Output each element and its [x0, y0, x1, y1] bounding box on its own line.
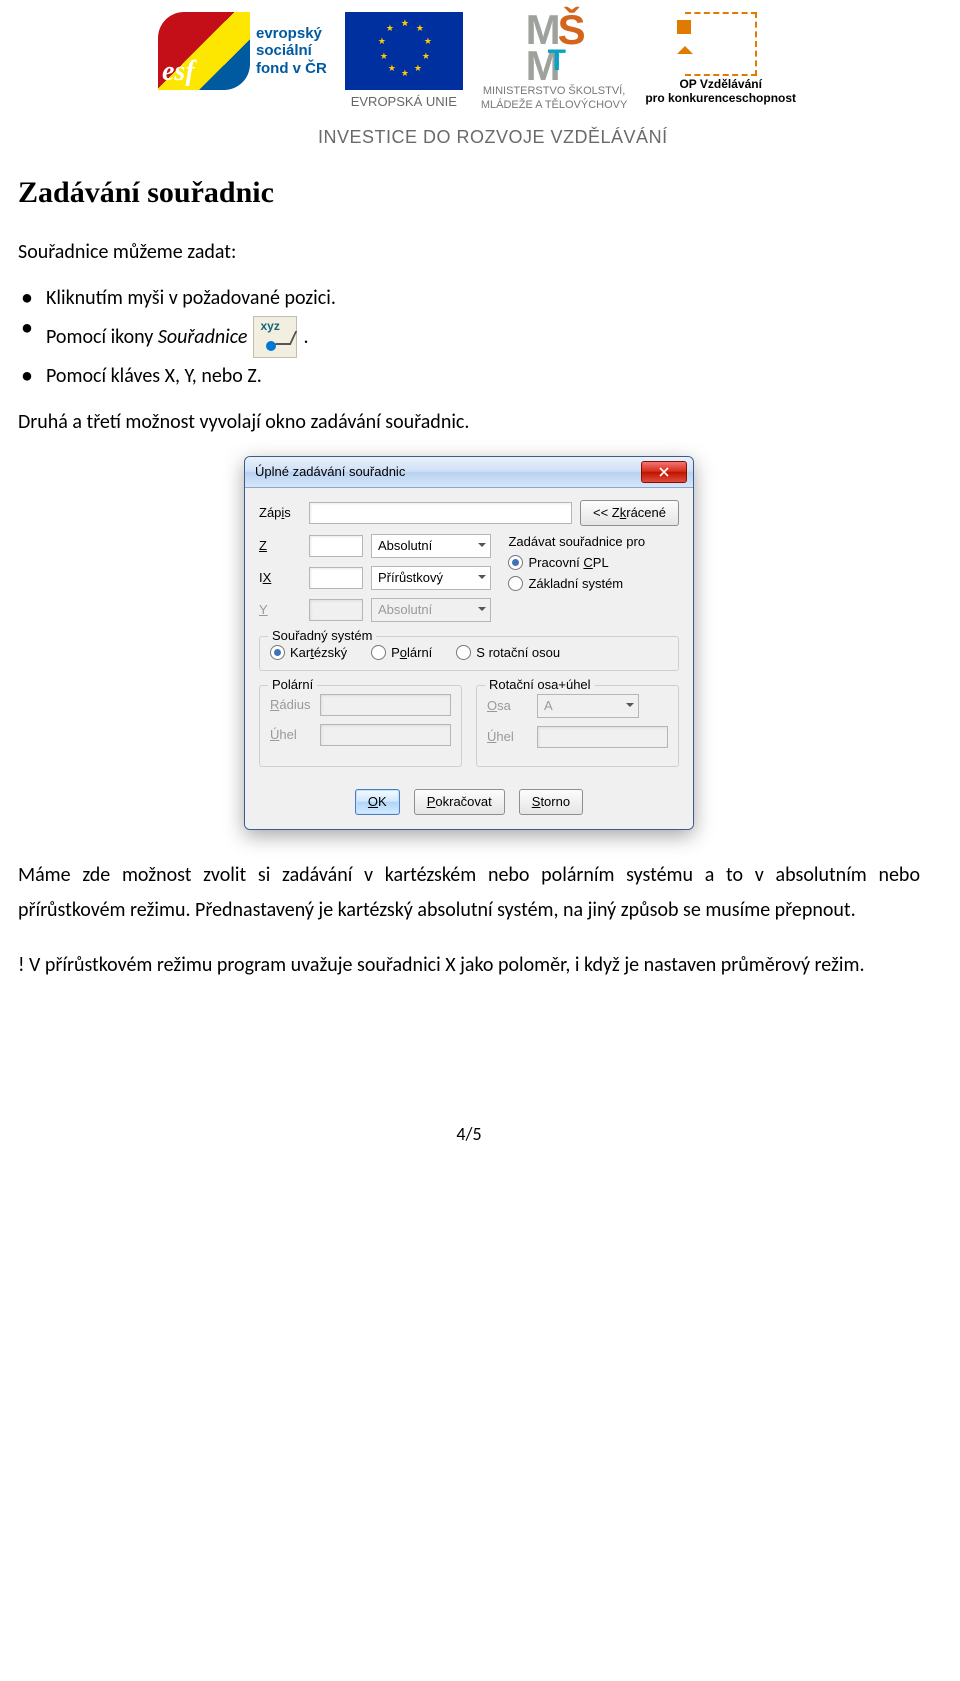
radio-dot-icon — [508, 555, 523, 570]
radio-s-rotacni-osou[interactable]: S rotační osou — [456, 645, 560, 660]
label-z: Z — [259, 538, 301, 553]
bullet-item: Kliknutím myši v požadované pozici. — [46, 286, 920, 310]
label-uhel-rot: Úhel — [487, 729, 529, 744]
opvk-mark-icon — [685, 12, 757, 76]
logo-msmt: MŠ MT MINISTERSTVO ŠKOLSTVÍ, MLÁDEŽE A T… — [481, 12, 628, 113]
radio-polarni[interactable]: Polární — [371, 645, 432, 660]
radio-pracovni-cpl[interactable]: Pracovní CPL — [508, 555, 679, 570]
eu-flag-icon: ★ ★ ★ ★ ★ ★ ★ ★ ★ ★ ★ — [345, 12, 463, 90]
input-zapis[interactable] — [309, 502, 572, 524]
input-z[interactable] — [309, 535, 363, 557]
intro-text: Souřadnice můžeme zadat: — [18, 240, 920, 264]
bullet-item: Pomocí ikony Souřadnice xyz . — [46, 316, 920, 358]
header-motto: INVESTICE DO ROZVOJE VZDĚLÁVÁNÍ — [318, 127, 920, 148]
radio-dot-icon — [456, 645, 471, 660]
coord-dialog: Úplné zadávání souřadnic Zápis << Zkráce… — [244, 456, 694, 830]
input-radius — [320, 694, 451, 716]
close-button[interactable] — [641, 461, 687, 483]
combo-z-mode[interactable]: Absolutní — [371, 534, 491, 558]
logo-opvk: OP Vzdělávání pro konkurenceschopnost — [645, 12, 796, 106]
radio-dot-icon — [371, 645, 386, 660]
radio-zakladni-system[interactable]: Základní systém — [508, 576, 679, 591]
msmt-mark-icon: MŠ MT — [526, 12, 583, 83]
combo-y-mode: Absolutní — [371, 598, 491, 622]
dialog-title: Úplné zadávání souřadnic — [255, 464, 405, 479]
dialog-titlebar[interactable]: Úplné zadávání souřadnic — [245, 457, 693, 488]
logo-esf: esf evropský sociální fond v ČR — [158, 12, 327, 90]
combo-osa: A — [537, 694, 639, 718]
radio-dot-icon — [508, 576, 523, 591]
after-bullets-text: Druhá a třetí možnost vyvolají okno zadá… — [18, 410, 920, 434]
logo-eu: ★ ★ ★ ★ ★ ★ ★ ★ ★ ★ ★ EVROPSKÁ UNIE — [345, 12, 463, 109]
close-icon — [659, 467, 669, 477]
group-title: Rotační osa+úhel — [485, 677, 595, 692]
group-title: Polární — [268, 677, 317, 692]
button-pokracovat[interactable]: Pokračovat — [414, 789, 505, 815]
combo-ix-mode[interactable]: Přírůstkový — [371, 566, 491, 590]
button-zkracene[interactable]: << Zkrácené — [580, 500, 679, 526]
label-zapis: Zápis — [259, 505, 301, 520]
bullet-item: Pomocí kláves X, Y, nebo Z. — [46, 364, 920, 388]
button-ok[interactable]: OK — [355, 789, 400, 815]
group-souradny-system: Souřadný systém Kartézský Polární S r — [259, 636, 679, 671]
radio-kartezsky[interactable]: Kartézský — [270, 645, 347, 660]
doc-header: esf evropský sociální fond v ČR ★ ★ ★ ★ … — [158, 12, 920, 113]
label-radius: Rádius — [270, 697, 312, 712]
page-number: 4/5 — [18, 1123, 920, 1145]
side-group-title: Zadávat souřadnice pro — [508, 534, 679, 549]
input-uhel-polar — [320, 724, 451, 746]
page-title: Zadávání souřadnic — [18, 176, 920, 210]
bullet-list: Kliknutím myši v požadované pozici. Pomo… — [18, 286, 920, 388]
group-title: Souřadný systém — [268, 628, 376, 643]
group-polarni: Polární Rádius Úhel — [259, 685, 462, 767]
body-para-2: ! V přírůstkovém režimu program uvažuje … — [18, 948, 920, 983]
chevron-down-icon — [626, 703, 634, 711]
group-rotacni: Rotační osa+úhel Osa A Úhel — [476, 685, 679, 767]
chevron-down-icon — [478, 543, 486, 551]
esf-text: evropský sociální fond v ČR — [256, 25, 327, 77]
esf-mark-icon: esf — [158, 12, 250, 90]
label-ix: IX — [259, 570, 301, 585]
button-storno[interactable]: Storno — [519, 789, 583, 815]
label-y: Y — [259, 602, 301, 617]
input-y — [309, 599, 363, 621]
chevron-down-icon — [478, 575, 486, 583]
chevron-down-icon — [478, 607, 486, 615]
eu-label: EVROPSKÁ UNIE — [351, 94, 457, 109]
label-osa: Osa — [487, 698, 529, 713]
input-ix[interactable] — [309, 567, 363, 589]
input-uhel-rot — [537, 726, 668, 748]
xyz-icon: xyz — [253, 316, 297, 358]
label-uhel-polar: Úhel — [270, 727, 312, 742]
body-para-1: Máme zde možnost zvolit si zadávání v ka… — [18, 858, 920, 928]
radio-dot-icon — [270, 645, 285, 660]
